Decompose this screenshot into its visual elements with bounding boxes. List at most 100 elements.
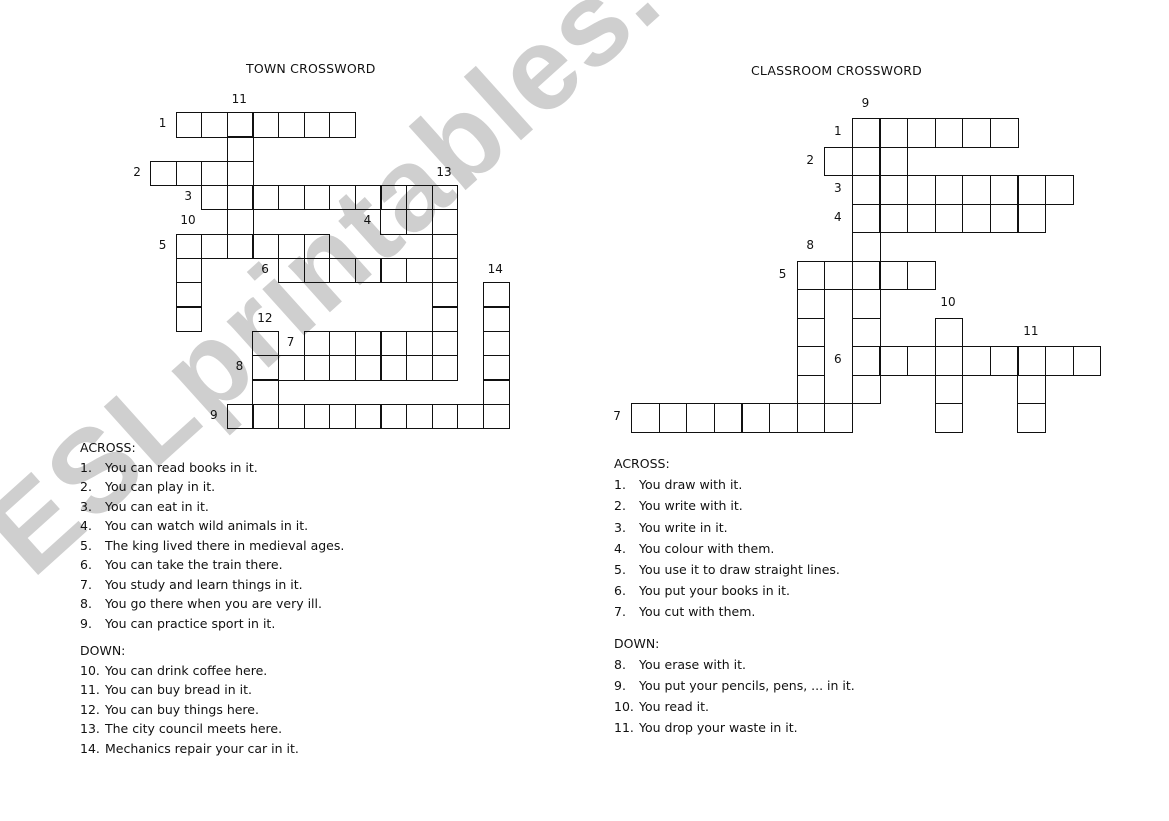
- classroom-cell[interactable]: [989, 118, 1019, 148]
- town-cell[interactable]: [303, 233, 331, 260]
- classroom-cell[interactable]: [824, 403, 854, 433]
- town-cell[interactable]: [252, 355, 280, 381]
- classroom-cell[interactable]: [851, 232, 881, 262]
- town-cell[interactable]: [201, 112, 229, 138]
- classroom-cell[interactable]: [713, 403, 743, 433]
- town-cell[interactable]: [457, 403, 485, 430]
- classroom-cell[interactable]: [796, 403, 826, 433]
- town-cell[interactable]: [329, 184, 357, 211]
- classroom-cell[interactable]: [962, 203, 992, 234]
- classroom-cell[interactable]: [851, 260, 881, 291]
- town-cell[interactable]: [201, 233, 229, 260]
- town-cell[interactable]: [354, 257, 382, 284]
- town-cell[interactable]: [303, 257, 331, 284]
- classroom-cell[interactable]: [658, 403, 688, 433]
- town-cell[interactable]: [354, 355, 382, 381]
- town-cell[interactable]: [431, 282, 459, 308]
- classroom-cell[interactable]: [989, 175, 1019, 205]
- classroom-cell[interactable]: [934, 374, 964, 405]
- classroom-cell[interactable]: [1045, 175, 1074, 205]
- classroom-cell[interactable]: [934, 317, 964, 348]
- town-cell[interactable]: [226, 112, 254, 138]
- classroom-cell[interactable]: [934, 118, 964, 148]
- town-cell[interactable]: [278, 355, 305, 381]
- town-cell[interactable]: [380, 184, 408, 211]
- town-cell[interactable]: [252, 112, 280, 138]
- town-cell[interactable]: [406, 184, 433, 211]
- town-cell[interactable]: [354, 403, 382, 430]
- classroom-cell[interactable]: [851, 175, 881, 205]
- town-cell[interactable]: [329, 112, 357, 138]
- classroom-cell[interactable]: [962, 346, 992, 376]
- classroom-cell[interactable]: [796, 289, 826, 319]
- town-cell[interactable]: [201, 184, 229, 211]
- classroom-cell[interactable]: [934, 403, 964, 433]
- town-cell[interactable]: [303, 112, 331, 138]
- classroom-cell[interactable]: [879, 146, 909, 177]
- classroom-cell[interactable]: [907, 260, 936, 291]
- town-cell[interactable]: [354, 184, 382, 211]
- classroom-cell[interactable]: [851, 346, 881, 376]
- classroom-cell[interactable]: [851, 118, 881, 148]
- classroom-cell[interactable]: [879, 175, 909, 205]
- town-cell[interactable]: [252, 184, 280, 211]
- town-cell[interactable]: [303, 403, 331, 430]
- town-cell[interactable]: [278, 112, 305, 138]
- town-cell[interactable]: [252, 403, 280, 430]
- town-cell[interactable]: [329, 355, 357, 381]
- town-cell[interactable]: [431, 330, 459, 357]
- town-cell[interactable]: [226, 403, 254, 430]
- town-cell[interactable]: [431, 184, 459, 211]
- town-cell[interactable]: [329, 330, 357, 357]
- town-cell[interactable]: [329, 257, 357, 284]
- town-cell[interactable]: [150, 160, 177, 187]
- classroom-cell[interactable]: [907, 203, 936, 234]
- classroom-cell[interactable]: [1072, 346, 1102, 376]
- town-cell[interactable]: [226, 233, 254, 260]
- town-cell[interactable]: [252, 233, 280, 260]
- town-cell[interactable]: [431, 306, 459, 332]
- town-cell[interactable]: [380, 209, 408, 235]
- town-cell[interactable]: [175, 233, 203, 260]
- town-cell[interactable]: [329, 403, 357, 430]
- town-cell[interactable]: [226, 209, 254, 235]
- classroom-cell[interactable]: [989, 203, 1019, 234]
- town-cell[interactable]: [406, 355, 433, 381]
- classroom-cell[interactable]: [934, 203, 964, 234]
- classroom-cell[interactable]: [962, 175, 992, 205]
- classroom-cell[interactable]: [907, 118, 936, 148]
- town-cell[interactable]: [252, 379, 280, 405]
- town-cell[interactable]: [482, 306, 510, 332]
- town-cell[interactable]: [431, 355, 459, 381]
- classroom-cell[interactable]: [1017, 346, 1047, 376]
- town-cell[interactable]: [303, 184, 331, 211]
- town-cell[interactable]: [303, 355, 331, 381]
- town-cell[interactable]: [226, 184, 254, 211]
- town-cell[interactable]: [406, 209, 433, 235]
- town-cell[interactable]: [226, 160, 254, 187]
- town-cell[interactable]: [380, 257, 408, 284]
- town-cell[interactable]: [252, 330, 280, 357]
- classroom-cell[interactable]: [851, 289, 881, 319]
- classroom-cell[interactable]: [631, 403, 660, 433]
- town-cell[interactable]: [431, 233, 459, 260]
- town-cell[interactable]: [175, 257, 203, 284]
- town-cell[interactable]: [175, 160, 203, 187]
- classroom-cell[interactable]: [879, 118, 909, 148]
- classroom-cell[interactable]: [769, 403, 798, 433]
- town-cell[interactable]: [482, 282, 510, 308]
- town-cell[interactable]: [278, 184, 305, 211]
- classroom-cell[interactable]: [851, 374, 881, 405]
- town-cell[interactable]: [380, 330, 408, 357]
- town-cell[interactable]: [406, 403, 433, 430]
- classroom-cell[interactable]: [686, 403, 716, 433]
- town-cell[interactable]: [482, 379, 510, 405]
- town-cell[interactable]: [175, 282, 203, 308]
- town-cell[interactable]: [175, 112, 203, 138]
- town-cell[interactable]: [431, 209, 459, 235]
- town-cell[interactable]: [303, 330, 331, 357]
- classroom-cell[interactable]: [1017, 374, 1047, 405]
- classroom-cell[interactable]: [989, 346, 1019, 376]
- classroom-cell[interactable]: [851, 146, 881, 177]
- town-cell[interactable]: [201, 160, 229, 187]
